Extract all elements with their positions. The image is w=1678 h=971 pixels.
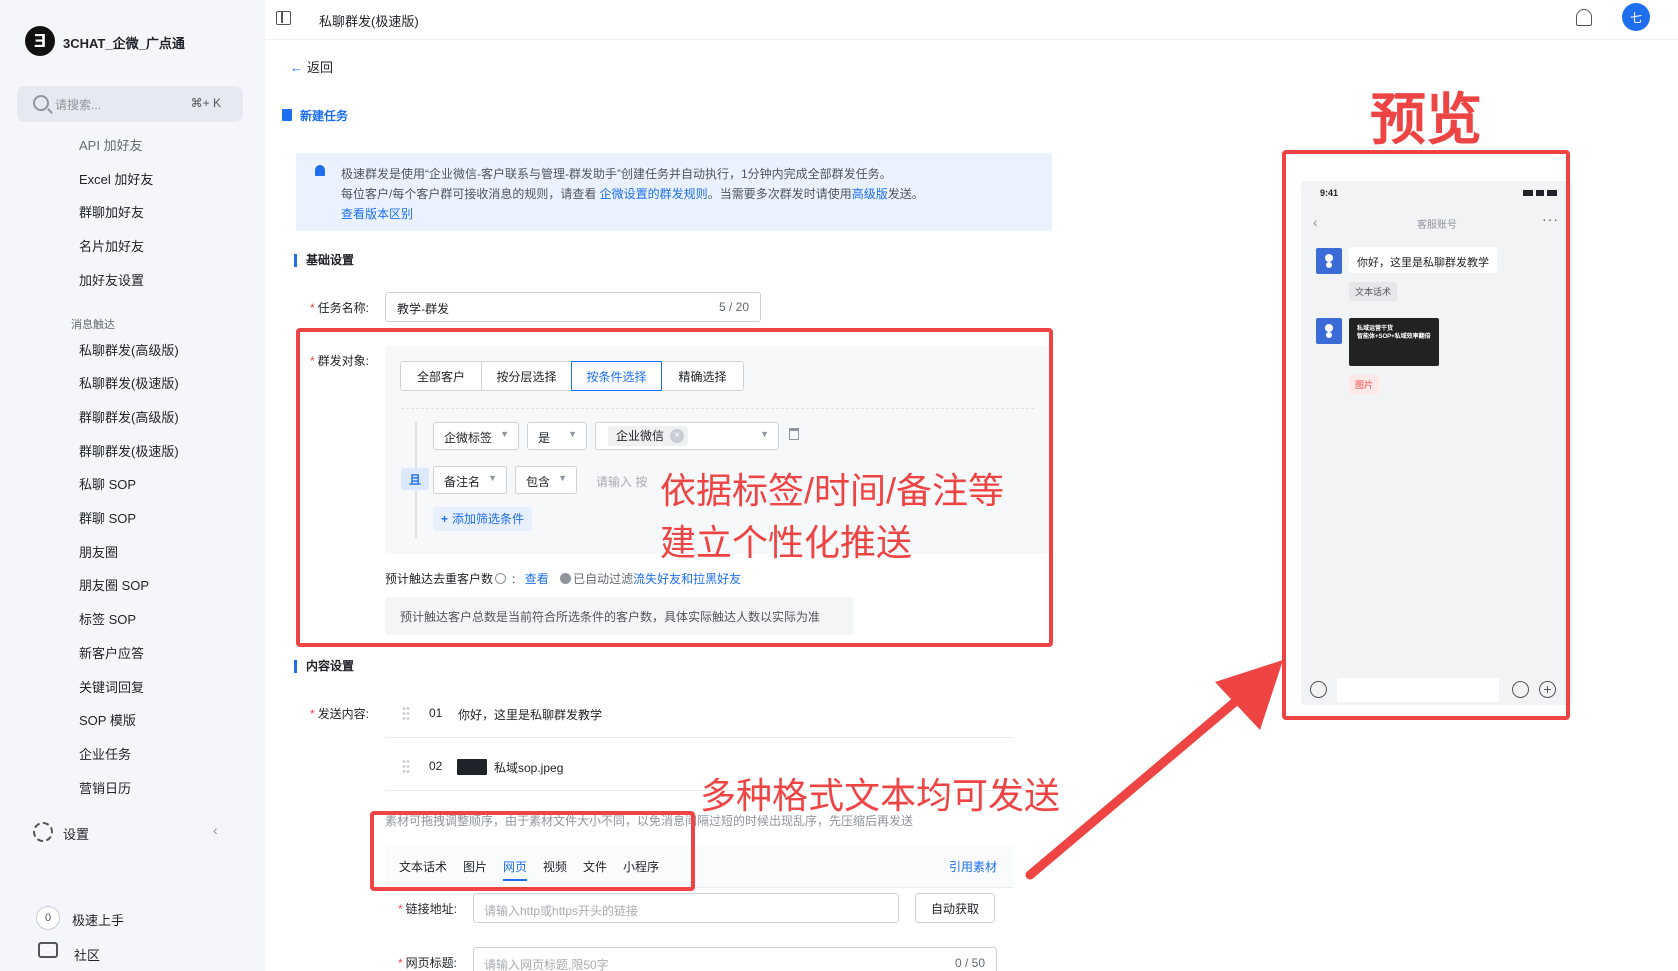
sidebar-item-excel-add-friend[interactable]: Excel 加好友 <box>79 169 153 188</box>
sidebar-item-enterprise-task[interactable]: 企业任务 <box>79 744 131 763</box>
pro-version-link[interactable]: 高级版 <box>852 187 888 201</box>
top-bar: 私聊群发(极速版) 七 <box>265 0 1678 40</box>
task-name-label: * 任务名称: <box>310 301 370 315</box>
section-content-settings: 内容设置 <box>294 660 354 673</box>
quick-start-label: 极速上手 <box>72 913 125 928</box>
quick-start-badge: 0 <box>36 906 60 930</box>
chat-bubble-icon <box>38 942 58 958</box>
sidebar-item-tag-sop[interactable]: 标签 SOP <box>79 609 136 628</box>
sidebar-item-api-add-friend[interactable]: API 加好友 <box>79 135 143 154</box>
sidebar-item-sop-template[interactable]: SOP 模版 <box>79 710 136 729</box>
community-label: 社区 <box>74 948 101 963</box>
drag-handle-icon[interactable] <box>402 759 410 773</box>
link-label: * 链接地址: <box>398 902 458 916</box>
annotation-arrow <box>1025 660 1283 880</box>
notice-bell-icon <box>315 165 325 176</box>
new-task-label: 新建任务 <box>300 109 349 123</box>
search-input[interactable]: 请搜索... ⌘+ K <box>17 86 243 122</box>
segment-by-condition[interactable]: 按条件选择 <box>571 361 662 391</box>
task-name-count: 5 / 20 <box>718 300 749 314</box>
annotation-preview: 预览 <box>1370 88 1482 151</box>
annotation-box-formats <box>370 811 695 891</box>
avatar[interactable]: 七 <box>1622 3 1650 31</box>
annotation-conditions-line1: 依据标签/时间/备注等 <box>660 470 1005 511</box>
send-content-label: * 发送内容: <box>310 707 370 721</box>
image-thumbnail-icon <box>457 759 487 775</box>
settings-label: 设置 <box>63 827 90 842</box>
notice-text-c: 发送。 <box>887 187 924 201</box>
sidebar-item-private-mass-fast[interactable]: 私聊群发(极速版) <box>79 373 179 392</box>
content-index: 01 <box>429 706 443 720</box>
annotation-conditions-line2: 建立个性化推送 <box>660 522 913 563</box>
group-rules-link[interactable]: 企微设置的群发规则 <box>600 187 708 201</box>
search-shortcut: ⌘+ K <box>190 96 221 110</box>
back-link[interactable]: ← 返回 <box>290 57 333 76</box>
annotation-formats: 多种格式文本均可发送 <box>700 775 1061 816</box>
arrow-left-icon: ← <box>290 60 303 75</box>
brand-name: 3CHAT_企微_广点通 <box>63 36 185 51</box>
sidebar-toggle-icon[interactable] <box>276 11 291 25</box>
sidebar-section-title: 消息触达 <box>71 319 115 331</box>
sidebar-item-group-add-friend[interactable]: 群聊加好友 <box>79 202 144 221</box>
sidebar-item-card-add-friend[interactable]: 名片加好友 <box>79 236 144 255</box>
bell-icon[interactable] <box>1576 9 1592 26</box>
content-text: 你好，这里是私聊群发教学 <box>458 708 603 722</box>
sidebar-item-marketing-calendar[interactable]: 营销日历 <box>79 778 131 797</box>
new-task-tab[interactable]: 新建任务 <box>282 107 348 124</box>
chevron-left-icon[interactable]: ‹ <box>213 822 218 838</box>
back-label: 返回 <box>307 60 334 75</box>
sidebar: Ǝ 3CHAT_企微_广点通 请搜索... ⌘+ K API 加好友 Excel… <box>0 0 265 971</box>
task-name-input[interactable]: 教学-群发 5 / 20 <box>385 292 761 322</box>
document-icon <box>282 109 292 121</box>
sidebar-item-new-customer-reply[interactable]: 新客户应答 <box>79 643 144 662</box>
notice-line-1: 极速群发是使用“企业微信-客户联系与管理-群发助手”创建任务并自动执行，1分钟内… <box>341 167 892 181</box>
version-diff-link[interactable]: 查看版本区别 <box>341 205 413 222</box>
auto-fetch-button[interactable]: 自动获取 <box>915 893 995 923</box>
sidebar-item-group-sop[interactable]: 群聊 SOP <box>79 508 136 527</box>
sidebar-item-group-mass-pro[interactable]: 群聊群发(高级版) <box>79 407 179 426</box>
link-url-input[interactable]: 请输入http或https开头的链接 <box>473 893 899 923</box>
content-filename: 私域sop.jpeg <box>494 761 564 775</box>
notice-banner: 极速群发是使用“企业微信-客户联系与管理-群发助手”创建任务并自动执行，1分钟内… <box>296 153 1052 231</box>
content-item[interactable]: 01 你好，这里是私聊群发教学 <box>385 690 1013 738</box>
section-basic-settings: 基础设置 <box>294 254 354 267</box>
sidebar-item-moments[interactable]: 朋友圈 <box>79 542 118 561</box>
sidebar-item-add-friend-settings[interactable]: 加好友设置 <box>79 270 144 289</box>
reference-material-link[interactable]: 引用素材 <box>949 858 997 875</box>
sidebar-settings[interactable]: 设置 ‹ <box>33 820 233 844</box>
task-name-value: 教学-群发 <box>397 302 449 316</box>
sidebar-item-moments-sop[interactable]: 朋友圈 SOP <box>79 575 149 594</box>
gear-icon <box>33 822 53 842</box>
sidebar-item-keyword-reply[interactable]: 关键词回复 <box>79 677 144 696</box>
brand-logo[interactable]: Ǝ <box>25 26 55 56</box>
annotation-box-preview <box>1282 150 1570 720</box>
notice-text-b: 。当需要多次群发时请使用 <box>707 187 852 201</box>
search-placeholder: 请搜索... <box>55 98 102 112</box>
notice-line-2: 每位客户/每个客户群可接收消息的规则，请查看 企微设置的群发规则。当需要多次群发… <box>341 185 924 202</box>
sidebar-item-group-mass-fast[interactable]: 群聊群发(极速版) <box>79 441 179 460</box>
drag-handle-icon[interactable] <box>402 706 410 720</box>
content-index: 02 <box>429 759 443 773</box>
sidebar-item-private-sop[interactable]: 私聊 SOP <box>79 474 136 493</box>
search-icon <box>33 95 49 111</box>
web-title-label: * 网页标题: <box>398 956 458 970</box>
notice-text-a: 每位客户/每个客户群可接收消息的规则，请查看 <box>341 187 600 201</box>
sidebar-item-private-mass-pro[interactable]: 私聊群发(高级版) <box>79 340 179 359</box>
page-title: 私聊群发(极速版) <box>319 14 419 29</box>
web-title-input[interactable]: 请输入网页标题,限50字 0 / 50 <box>473 947 997 971</box>
